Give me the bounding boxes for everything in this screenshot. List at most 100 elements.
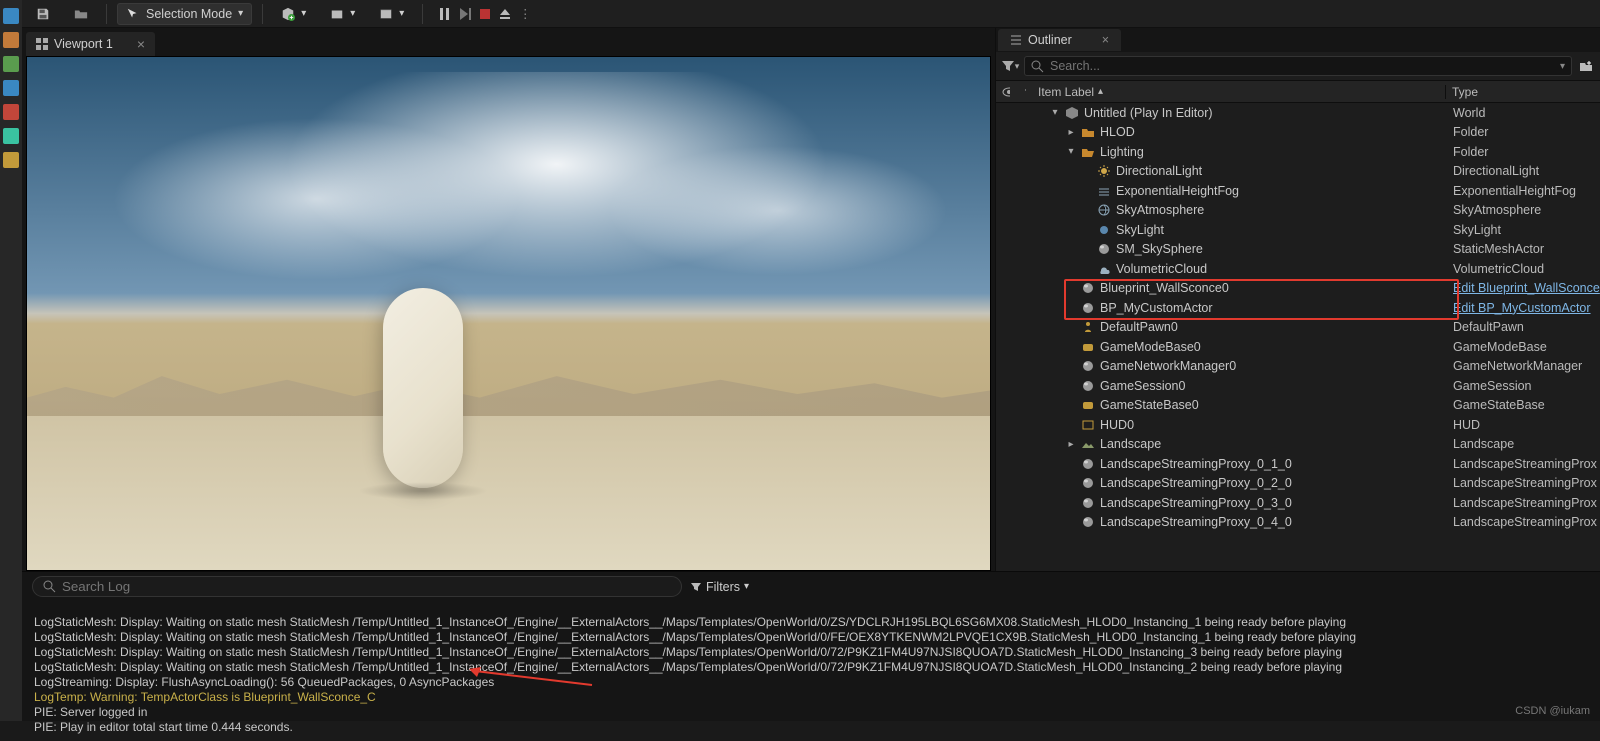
outliner-row[interactable]: ▸HLODFolder (996, 123, 1600, 143)
viewport-actor (383, 288, 463, 488)
close-icon[interactable]: × (137, 36, 145, 52)
outliner-item-label: GameNetworkManager0 (1100, 359, 1236, 373)
outliner-tab-label: Outliner (1028, 33, 1072, 47)
type-text: StaticMeshActor (1453, 242, 1544, 256)
outliner-row[interactable]: ExponentialHeightFogExponentialHeightFog (996, 181, 1600, 201)
type-text: GameNetworkManager (1453, 359, 1582, 373)
viewport-tab-label: Viewport 1 (54, 37, 113, 51)
sphere-icon (1080, 456, 1096, 472)
outliner-row[interactable]: ▸LandscapeLandscape (996, 435, 1600, 455)
add-folder-button[interactable] (1576, 56, 1596, 76)
sun-icon (1096, 163, 1112, 179)
outliner-header: Item Label▴ Type (996, 81, 1600, 103)
marketplace-dropdown[interactable]: ▾ (322, 4, 363, 24)
save-icon[interactable] (28, 4, 58, 24)
chevron-down-icon[interactable]: ▾ (1560, 61, 1565, 72)
outliner-row[interactable]: HUD0 HUD (996, 415, 1600, 435)
play-controls: ⋮ (437, 6, 533, 22)
header-type[interactable]: Type (1445, 85, 1600, 99)
outliner-row[interactable]: GameModeBase0GameModeBase (996, 337, 1600, 357)
outliner-row[interactable]: SkyAtmosphereSkyAtmosphere (996, 201, 1600, 221)
outliner-row[interactable]: BP_MyCustomActor Edit BP_MyCustomActor (996, 298, 1600, 318)
outliner-row[interactable]: DefaultPawn0DefaultPawn (996, 318, 1600, 338)
eject-button[interactable] (497, 6, 513, 22)
main-toolbar: Selection Mode ▾ ▾ ▾ ▾ ⋮ (22, 0, 1600, 28)
outliner-row[interactable]: LandscapeStreamingProxy_0_4_0 LandscapeSt… (996, 513, 1600, 533)
log-line-warning: LogTemp: Warning: TempActorClass is Blue… (34, 690, 376, 704)
outliner-item-label: LandscapeStreamingProxy_0_2_0 (1100, 476, 1292, 490)
outliner-item-label: LandscapeStreamingProxy_0_4_0 (1100, 515, 1292, 529)
outliner-row[interactable]: GameSession0GameSession (996, 376, 1600, 396)
log-output[interactable]: LogStaticMesh: Display: Waiting on stati… (22, 601, 1600, 741)
outliner-row[interactable]: SkyLightSkyLight (996, 220, 1600, 240)
filters-dropdown[interactable]: Filters ▾ (690, 580, 749, 594)
outliner-row[interactable]: DirectionalLightDirectionalLight (996, 162, 1600, 182)
outliner-row[interactable]: LandscapeStreamingProxy_0_2_0LandscapeSt… (996, 474, 1600, 494)
outliner-item-label: LandscapeStreamingProxy_0_3_0 (1100, 496, 1292, 510)
game-icon (1080, 339, 1096, 355)
outliner-row[interactable]: VolumetricCloudVolumetricCloud (996, 259, 1600, 279)
type-text: HUD (1453, 418, 1480, 432)
outliner-row[interactable]: GameNetworkManager0 GameNetworkManager (996, 357, 1600, 377)
cloud-icon (1096, 261, 1112, 277)
type-text: World (1453, 106, 1485, 120)
add-content-dropdown[interactable]: ▾ (273, 4, 314, 24)
browse-icon[interactable] (66, 4, 96, 24)
type-link[interactable]: Edit Blueprint_WallSconce (1453, 281, 1600, 295)
bp-icon (1080, 300, 1096, 316)
viewport-tab[interactable]: Viewport 1 × (26, 32, 155, 56)
outliner-row[interactable]: ▾LightingFolder (996, 142, 1600, 162)
skylight-icon (1096, 222, 1112, 238)
log-line: LogStaticMesh: Display: Waiting on stati… (34, 615, 1346, 629)
eye-column-icon[interactable] (996, 85, 1016, 99)
type-text: ExponentialHeightFog (1453, 184, 1576, 198)
outliner-item-label: BP_MyCustomActor (1100, 301, 1213, 315)
app-side-strip (0, 0, 22, 721)
outliner-search[interactable]: ▾ (1024, 56, 1572, 76)
header-item-label[interactable]: Item Label▴ (1032, 85, 1445, 99)
close-icon[interactable]: × (1102, 33, 1109, 47)
game-icon (1080, 397, 1096, 413)
search-input[interactable] (1050, 59, 1554, 73)
pause-button[interactable] (437, 6, 453, 22)
selection-mode-dropdown[interactable]: Selection Mode ▾ (117, 3, 252, 25)
overflow-icon[interactable]: ⋮ (517, 6, 533, 22)
outliner-item-label: DirectionalLight (1116, 164, 1202, 178)
outliner-item-label: Landscape (1100, 437, 1161, 451)
outliner-row[interactable]: Blueprint_WallSconce0Edit Blueprint_Wall… (996, 279, 1600, 299)
type-text: LandscapeStreamingProx (1453, 496, 1597, 510)
outliner-item-label: GameStateBase0 (1100, 398, 1199, 412)
cinematics-dropdown[interactable]: ▾ (371, 4, 412, 24)
type-text: Folder (1453, 145, 1488, 159)
filter-icon[interactable]: ▾ (1000, 56, 1020, 76)
pin-column-icon[interactable] (1016, 86, 1032, 98)
outliner-row[interactable]: GameStateBase0 GameStateBase (996, 396, 1600, 416)
type-text: LandscapeStreamingProx (1453, 515, 1597, 529)
outliner-item-label: Untitled (Play In Editor) (1084, 106, 1213, 120)
sphere-icon (1080, 514, 1096, 530)
log-panel: Filters ▾ LogStaticMesh: Display: Waitin… (22, 571, 1600, 721)
type-link[interactable]: Edit BP_MyCustomActor (1453, 301, 1591, 315)
pawn-icon (1080, 319, 1096, 335)
viewport-3d[interactable] (26, 56, 991, 571)
sphere-icon (1080, 378, 1096, 394)
log-line: PIE: Server logged in (34, 705, 147, 719)
list-icon (1010, 34, 1022, 46)
hud-icon (1080, 417, 1096, 433)
step-button[interactable] (457, 6, 473, 22)
outliner-item-label: HUD0 (1100, 418, 1134, 432)
outliner-row[interactable]: SM_SkySphereStaticMeshActor (996, 240, 1600, 260)
outliner-item-label: SkyLight (1116, 223, 1164, 237)
log-search-input[interactable] (62, 579, 671, 594)
stop-button[interactable] (477, 6, 493, 22)
grid-icon (36, 38, 48, 50)
log-search[interactable] (32, 576, 682, 597)
log-line: LogStreaming: Display: FlushAsyncLoading… (34, 675, 494, 689)
outliner-row[interactable]: LandscapeStreamingProxy_0_3_0 LandscapeSt… (996, 493, 1600, 513)
outliner-item-label: LandscapeStreamingProxy_0_1_0 (1100, 457, 1292, 471)
outliner-tab[interactable]: Outliner × (998, 29, 1121, 51)
outliner-row[interactable]: ▾Untitled (Play In Editor)World (996, 103, 1600, 123)
type-text: GameStateBase (1453, 398, 1545, 412)
outliner-row[interactable]: LandscapeStreamingProxy_0_1_0LandscapeSt… (996, 454, 1600, 474)
folder-open-icon (1080, 144, 1096, 160)
